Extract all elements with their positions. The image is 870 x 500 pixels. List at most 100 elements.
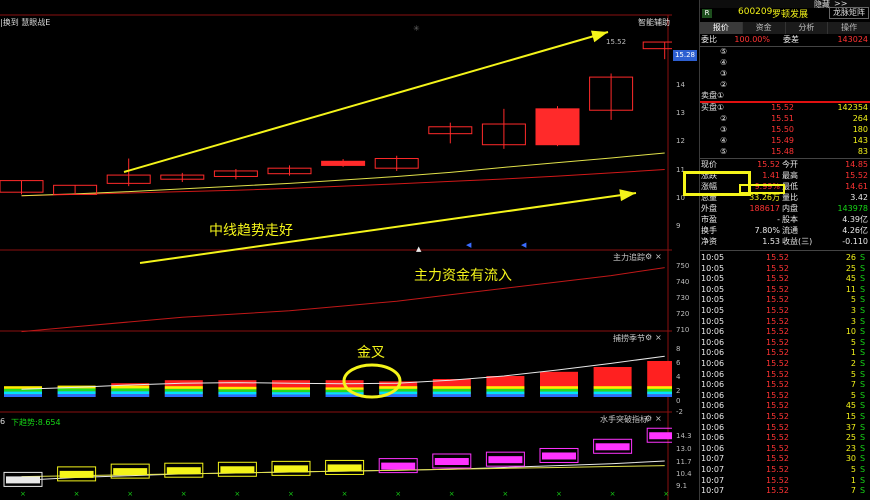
buy-price: 15.52 bbox=[771, 103, 794, 112]
pane3-band bbox=[164, 391, 203, 395]
tick-row[interactable]: 10:05 15.52 5 S bbox=[700, 295, 870, 306]
annotation-arrow-lower-head bbox=[619, 189, 636, 202]
tick-row[interactable]: 10:06 15.52 10 S bbox=[700, 327, 870, 338]
pane3-close-icon[interactable]: × bbox=[655, 333, 662, 342]
tab-analysis[interactable]: 分析 bbox=[786, 22, 829, 34]
tick-row[interactable]: 10:07 15.52 30 S bbox=[700, 454, 870, 465]
tick-time: 10:06 bbox=[701, 337, 725, 347]
tick-time: 10:06 bbox=[701, 390, 725, 400]
tick-direction: S bbox=[860, 369, 866, 379]
tick-row[interactable]: 10:06 15.52 5 S bbox=[700, 370, 870, 381]
buy-row[interactable]: ④ 15.49 143 bbox=[700, 136, 870, 147]
tab-quote[interactable]: 报价 bbox=[700, 22, 743, 34]
buy-row[interactable]: ⑤ 15.48 83 bbox=[700, 147, 870, 158]
pane2-gear-icon[interactable]: ⚙ bbox=[645, 252, 652, 261]
tick-row[interactable]: 10:05 15.52 25 S bbox=[700, 264, 870, 275]
sell-row[interactable]: 卖盘① bbox=[700, 91, 870, 102]
tick-row[interactable]: 10:06 15.52 23 S bbox=[700, 444, 870, 455]
pane4-x-marker: × bbox=[556, 490, 562, 498]
pane4-box bbox=[274, 465, 308, 473]
crosshair-icon: ✳ bbox=[413, 24, 420, 33]
order-diff-value: 143024 bbox=[837, 35, 868, 44]
tick-row[interactable]: 10:05 15.52 11 S bbox=[700, 285, 870, 296]
pane4-close-icon[interactable]: × bbox=[655, 414, 662, 423]
pane3-band bbox=[540, 391, 578, 395]
stat-label: 收益(三) bbox=[782, 237, 813, 246]
tab-operation[interactable]: 操作 bbox=[828, 22, 870, 34]
tick-time: 10:06 bbox=[701, 401, 725, 411]
tick-volume: 5 bbox=[850, 390, 856, 400]
axis-tick: 750 bbox=[676, 262, 690, 270]
pane2-close-icon[interactable]: × bbox=[655, 252, 662, 261]
annotation-capital-flow: 主力资金有流入 bbox=[414, 268, 512, 284]
marker-triangle: ◀ bbox=[466, 241, 472, 249]
pane3-gear-icon[interactable]: ⚙ bbox=[645, 333, 652, 342]
pane3-band bbox=[647, 388, 672, 392]
stat-label: 换手 bbox=[701, 226, 717, 235]
dragon-matrix-button[interactable]: 龙脉矩阵 bbox=[829, 7, 869, 19]
tick-row[interactable]: 10:06 15.52 2 S bbox=[700, 359, 870, 370]
pane4-title: 水手突破指标 bbox=[600, 415, 648, 424]
sell-row[interactable]: ⑤ bbox=[700, 47, 870, 58]
tick-row[interactable]: 10:06 15.52 1 S bbox=[700, 348, 870, 359]
kline-chart-svg[interactable]: × × × × × × × × × × × × × ▲ ◀ ◀ bbox=[0, 0, 672, 500]
tick-row[interactable]: 10:06 15.52 5 S bbox=[700, 338, 870, 349]
tick-row[interactable]: 10:06 15.52 25 S bbox=[700, 433, 870, 444]
tick-row[interactable]: 10:05 15.52 3 S bbox=[700, 317, 870, 328]
tick-time: 10:06 bbox=[701, 327, 725, 337]
tick-row[interactable]: 10:06 15.52 15 S bbox=[700, 412, 870, 423]
buy-row[interactable]: ③ 15.50 180 bbox=[700, 125, 870, 136]
smart-assist-label[interactable]: 智能辅助 bbox=[638, 17, 670, 28]
price-top-label: 15.52 bbox=[606, 38, 627, 46]
stat-value: -0.110 bbox=[842, 237, 868, 246]
tick-row[interactable]: 10:05 15.52 26 S bbox=[700, 253, 870, 264]
buy-row[interactable]: ② 15.51 264 bbox=[700, 114, 870, 125]
hide-panel-label[interactable]: 隐藏 bbox=[814, 0, 830, 10]
pane3-band bbox=[272, 389, 310, 393]
stat-value: 3.42 bbox=[850, 193, 868, 202]
tick-row[interactable]: 10:07 15.52 7 S bbox=[700, 486, 870, 497]
tick-row[interactable]: 10:07 15.52 5 S bbox=[700, 465, 870, 476]
buy-row[interactable]: 买盘① 15.52 142354 bbox=[700, 103, 870, 114]
tick-direction: S bbox=[860, 263, 866, 273]
tick-row[interactable]: 10:07 15.52 1 S bbox=[700, 476, 870, 487]
tick-price: 15.52 bbox=[766, 306, 789, 315]
tick-row[interactable]: 10:06 15.52 5 S bbox=[700, 391, 870, 402]
pane3-band bbox=[325, 389, 364, 393]
tick-time: 10:05 bbox=[701, 253, 725, 262]
candle-body bbox=[321, 160, 366, 166]
sell-row[interactable]: ② bbox=[700, 80, 870, 91]
tick-direction: S bbox=[860, 412, 866, 421]
tick-direction: S bbox=[860, 327, 866, 337]
sell-row[interactable]: ④ bbox=[700, 58, 870, 69]
tick-row[interactable]: 10:06 15.52 45 S bbox=[700, 401, 870, 412]
tick-row[interactable]: 10:06 15.52 7 S bbox=[700, 380, 870, 391]
pane2-title: 主力追踪 bbox=[613, 253, 645, 262]
tab-capital[interactable]: 资金 bbox=[743, 22, 786, 34]
tick-volume: 2 bbox=[850, 359, 856, 368]
tick-volume: 1 bbox=[850, 475, 856, 485]
tick-time: 10:06 bbox=[701, 443, 725, 453]
annotation-arrow-upper bbox=[123, 31, 609, 173]
buy-level-label: 买盘① bbox=[701, 103, 725, 112]
pane3-band bbox=[540, 388, 578, 392]
pane4-x-marker: × bbox=[181, 490, 187, 498]
tick-volume: 5 bbox=[850, 295, 856, 305]
kline-chart-area[interactable]: × × × × × × × × × × × × × ▲ ◀ ◀ |换到 慧眼战E 智能辅助 ✳ 中线趋势走好 … bbox=[0, 0, 672, 500]
stat-label: 净资 bbox=[701, 237, 717, 246]
tick-time: 10:06 bbox=[701, 369, 725, 379]
tick-row[interactable]: 10:06 15.52 37 S bbox=[700, 423, 870, 434]
header-links[interactable]: |换到 慧眼战E bbox=[0, 17, 50, 28]
tick-volume: 5 bbox=[850, 337, 856, 347]
pane4-x-marker: × bbox=[288, 490, 294, 498]
pane3-band bbox=[164, 386, 203, 389]
pane3-band bbox=[218, 386, 257, 390]
pane4-gear-icon[interactable]: ⚙ bbox=[645, 414, 652, 423]
tick-direction: S bbox=[860, 390, 866, 400]
tick-row[interactable]: 10:05 15.52 45 S bbox=[700, 274, 870, 285]
buy-level-label: ⑤ bbox=[720, 147, 728, 156]
highlight-box-pct bbox=[739, 184, 785, 194]
tick-row[interactable]: 10:05 15.52 3 S bbox=[700, 306, 870, 317]
sell-row[interactable]: ③ bbox=[700, 69, 870, 80]
tick-time: 10:06 bbox=[701, 380, 725, 390]
